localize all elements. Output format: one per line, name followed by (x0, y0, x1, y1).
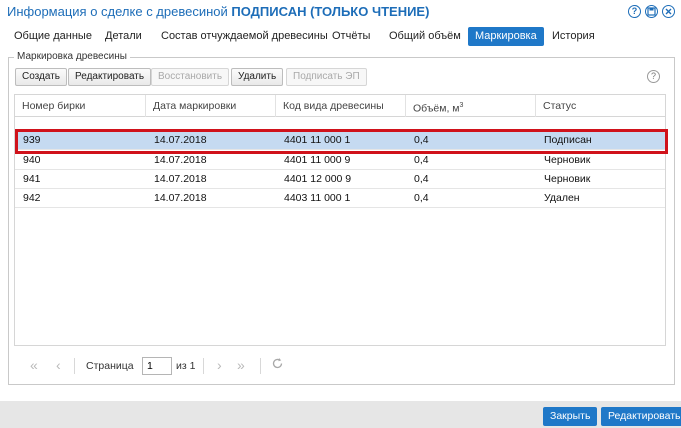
first-page-icon[interactable]: « (30, 358, 38, 372)
last-page-icon[interactable]: » (237, 358, 245, 372)
column-code[interactable]: Код вида древесины (276, 95, 406, 117)
footer-edit-button[interactable]: Редактировать (601, 407, 681, 426)
cell-status: Удален (544, 192, 580, 204)
title-prefix: Информация о сделке с древесиной (7, 4, 232, 19)
tab-history[interactable]: История (545, 27, 602, 46)
cell-code: 4401 11 000 9 (284, 154, 351, 166)
close-button[interactable]: Закрыть (543, 407, 598, 426)
cell-date: 14.07.2018 (154, 192, 207, 204)
create-button[interactable]: Создать (15, 68, 68, 86)
page-input[interactable] (142, 357, 172, 375)
grid-header: Номер бирки Дата маркировки Код вида дре… (15, 95, 665, 117)
cell-volume: 0,4 (414, 192, 429, 204)
cell-date: 14.07.2018 (154, 134, 207, 146)
refresh-icon[interactable] (271, 357, 284, 372)
table-row[interactable]: 939 14.07.2018 4401 11 000 1 0,4 Подписа… (15, 131, 665, 150)
tab-marking[interactable]: Маркировка (468, 27, 544, 46)
cell-date: 14.07.2018 (154, 173, 207, 185)
delete-button[interactable]: Удалить (231, 68, 284, 86)
edit-button[interactable]: Редактировать (68, 68, 152, 86)
column-status[interactable]: Статус (536, 95, 665, 117)
table-row[interactable]: 940 14.07.2018 4401 11 000 9 0,4 Чернови… (15, 151, 665, 170)
title-bar: Информация о сделке с древесиной ПОДПИСА… (0, 0, 681, 24)
column-tag[interactable]: Номер бирки (15, 95, 146, 117)
window-title: Информация о сделке с древесиной ПОДПИСА… (7, 4, 429, 19)
tab-total-volume[interactable]: Общий объём (382, 27, 468, 46)
prev-page-icon[interactable]: ‹ (56, 358, 61, 372)
deal-window: Информация о сделке с древесиной ПОДПИСА… (0, 0, 681, 428)
page-label: Страница (86, 360, 134, 372)
title-mode: (ТОЛЬКО ЧТЕНИЕ) (310, 4, 430, 19)
cell-volume: 0,4 (414, 154, 429, 166)
column-date[interactable]: Дата маркировки (146, 95, 276, 117)
cell-tag: 941 (23, 173, 41, 185)
cell-status: Подписан (544, 134, 592, 146)
cell-date: 14.07.2018 (154, 154, 207, 166)
next-page-icon[interactable]: › (217, 358, 222, 372)
sign-button[interactable]: Подписать ЭП (286, 68, 367, 86)
cell-code: 4401 11 000 1 (284, 134, 351, 146)
tab-wood-composition[interactable]: Состав отчуждаемой древесины (154, 27, 335, 46)
cell-tag: 940 (23, 154, 41, 166)
table-row[interactable]: 942 14.07.2018 4403 11 000 1 0,4 Удален (15, 189, 665, 208)
tab-reports[interactable]: Отчёты (325, 27, 377, 46)
tab-bar: Общие данные Детали Состав отчуждаемой д… (0, 26, 681, 46)
cell-volume: 0,4 (414, 173, 429, 185)
pager-divider (74, 358, 75, 374)
cell-tag: 942 (23, 192, 41, 204)
tab-details[interactable]: Детали (98, 27, 149, 46)
cell-code: 4403 11 000 1 (284, 192, 351, 204)
cell-code: 4401 12 000 9 (284, 173, 352, 185)
title-status: ПОДПИСАН (231, 4, 307, 19)
marking-grid: Номер бирки Дата маркировки Код вида дре… (14, 94, 666, 346)
cell-volume: 0,4 (414, 134, 429, 146)
cell-status: Черновик (544, 154, 591, 166)
restore-button[interactable]: Восстановить (151, 68, 230, 86)
help-icon[interactable]: ? (628, 5, 641, 18)
pager: « ‹ Страница из 1 › » (14, 346, 666, 384)
save-icon[interactable] (645, 5, 658, 18)
cell-tag: 939 (23, 134, 41, 146)
pager-divider (203, 358, 204, 374)
cell-status: Черновик (544, 173, 591, 185)
column-volume[interactable]: Объём, м3 (406, 95, 536, 117)
pager-divider (260, 358, 261, 374)
page-count: из 1 (176, 360, 196, 372)
tab-general[interactable]: Общие данные (7, 27, 99, 46)
close-icon[interactable] (662, 5, 675, 18)
fieldset-legend: Маркировка древесины (14, 51, 130, 62)
table-row[interactable]: 941 14.07.2018 4401 12 000 9 0,4 Чернови… (15, 170, 665, 189)
help-icon[interactable]: ? (647, 70, 660, 83)
